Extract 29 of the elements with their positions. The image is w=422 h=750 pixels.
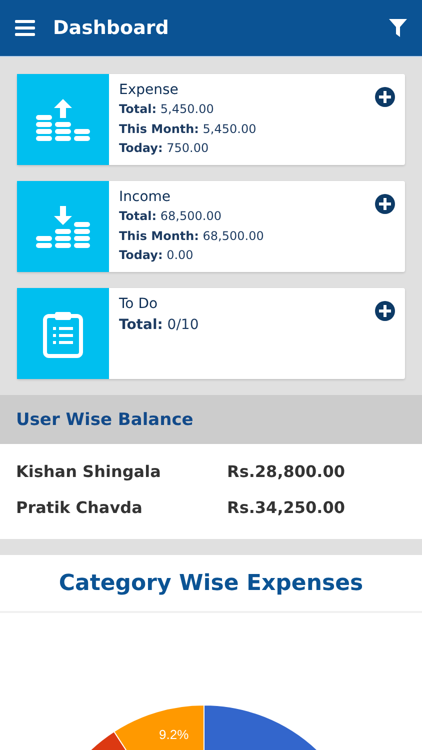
user-name: Kishan Shingala: [16, 462, 162, 481]
stat-line: Total: 68,500.00: [119, 208, 222, 225]
stat-line: Today: 750.00: [119, 140, 210, 157]
stat-line: Today: 0.00: [119, 247, 194, 264]
stat-line: This Month: 5,450.00: [119, 120, 256, 138]
summary-card[interactable]: Income Total: 68,500.00 This Month: 68,500.00 Today: 0.00: [17, 181, 405, 272]
balance-amount: Rs.34,250.00: [227, 498, 346, 517]
stat-line: Total: 5,450.00: [119, 101, 215, 118]
user-name: Pratik Chavda: [16, 498, 144, 517]
coins-down-arrow-icon: [36, 206, 90, 248]
card-title: Income: [119, 189, 172, 205]
summary-card[interactable]: Expense Total: 5,450.00 This Month: 5,450.00 Today: 750.00: [17, 74, 405, 165]
card-title: Expense: [119, 82, 180, 98]
section-title: User Wise Balance: [16, 410, 194, 430]
add-icon[interactable]: [375, 194, 395, 214]
coins-up-arrow-icon: [36, 98, 90, 140]
add-icon[interactable]: [375, 87, 395, 107]
card-title: To Do: [119, 296, 159, 312]
chart-title: Category Wise Expenses: [58, 570, 364, 596]
page-title: Dashboard: [53, 17, 170, 39]
stat-line: Total: 0/10: [119, 316, 199, 335]
menu-icon[interactable]: [15, 20, 35, 36]
stat-line: This Month: 68,500.00: [119, 228, 264, 244]
add-icon[interactable]: [375, 301, 395, 321]
summary-card[interactable]: To Do Total: 0/10: [17, 288, 405, 379]
clipboard-icon: [43, 310, 83, 358]
filter-icon[interactable]: [389, 19, 407, 37]
slice-label: 9.2%: [159, 727, 189, 742]
balance-amount: Rs.28,800.00: [227, 462, 346, 481]
